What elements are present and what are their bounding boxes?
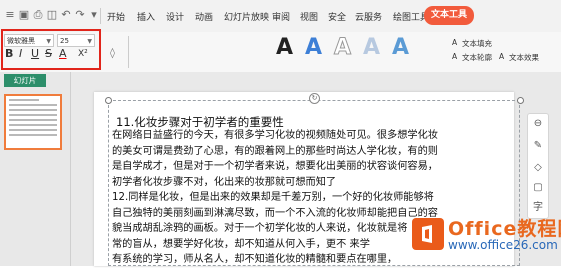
thumbnail-line (9, 104, 57, 106)
slide-text-line: 12.同样是化妆，但是出来的效果却是千差万别，一个好的化妆师能够将 (112, 192, 434, 203)
wordart-style-blue[interactable]: A (305, 36, 322, 60)
text-fill-icon[interactable]: A (452, 38, 457, 47)
thumbnail-line (9, 119, 57, 121)
menu-review[interactable]: 审阅 (272, 10, 290, 23)
slide-text-line: 在网络日益盛行的今天，有很多学习化妆的视频随处可见。很多想学化妆 (112, 130, 438, 141)
thumbnail-line (9, 134, 57, 136)
menu-design[interactable]: 设计 (166, 10, 184, 23)
tab-text-tools[interactable]: 文本工具 (424, 6, 474, 25)
undo-icon[interactable]: ↶ (60, 9, 72, 21)
watermark-url: www.office26.com (448, 238, 558, 252)
text-outline-button[interactable]: 文本轮廓 (462, 52, 492, 63)
save-icon[interactable]: ▣ (18, 9, 30, 21)
preview-icon[interactable]: ◫ (46, 9, 58, 21)
text-icon[interactable]: 字 (532, 202, 544, 214)
menu-start[interactable]: 开始 (107, 10, 125, 23)
thumbnail-line (9, 109, 57, 111)
slide-text-line: 的美女可谓是费劲了心思，有的跟着网上的那些时尚达人学化妆，有的则 (112, 145, 438, 157)
resize-handle[interactable] (517, 97, 524, 104)
slide-text-line: 貌当成胡乱涂鸦的画板。对于一个初学化妆的人来说，化妆就是将 (112, 223, 408, 234)
rotate-handle-icon[interactable]: ↻ (309, 93, 320, 104)
menu-animation[interactable]: 动画 (195, 10, 213, 23)
office-logo-icon (422, 225, 432, 243)
thumbnail-line (9, 99, 39, 101)
more-icon[interactable]: ▾ (88, 9, 100, 21)
slide-text-line: 常的盲从，想要学好化妆，却不知道从何入手，更不 来学 (112, 238, 370, 250)
text-fill-button[interactable]: 文本填充 (462, 38, 492, 49)
highlight-box (1, 29, 101, 70)
watermark-title: Office教程网 (448, 218, 561, 240)
wordart-style-black[interactable]: A (276, 36, 293, 60)
text-effect-button[interactable]: 文本效果 (509, 52, 539, 63)
menu-cloud[interactable]: 云服务 (355, 10, 382, 23)
menu-icon[interactable]: ≡ (4, 9, 16, 21)
slide-text-line: 是自学成才，但是对于一个初学者来说，想要化出美丽的状容谈何容易， (112, 161, 438, 172)
menu-view[interactable]: 视图 (300, 10, 318, 23)
floating-toolbar: ⊖ ✎ ◇ ▢ 字 (527, 113, 549, 219)
resize-handle[interactable] (105, 97, 112, 104)
tab-slides[interactable]: 幻灯片 (4, 74, 46, 87)
slide-text-line: 初学者化妆步骤不对，化出来的妆那就可想而知了 (112, 176, 337, 188)
menu-security[interactable]: 安全 (328, 10, 346, 23)
thumbnail-line (9, 124, 57, 126)
clear-format-icon[interactable]: ◊ (110, 48, 115, 60)
thumbnail-line (9, 114, 57, 116)
minus-icon[interactable]: ⊖ (532, 118, 544, 130)
menu-slideshow[interactable]: 幻灯片放映 (224, 10, 269, 23)
wordart-style-gradient[interactable]: A (392, 36, 409, 60)
separator (128, 36, 129, 68)
thumbnail-line (9, 129, 57, 131)
outline-icon[interactable]: ▢ (532, 182, 544, 194)
wordart-style-light[interactable]: A (363, 36, 380, 60)
pen-icon[interactable]: ✎ (532, 140, 544, 152)
slide-text-line: 有系统的学习，师从名人，却不知道化妆的精髓和要点在哪里， (112, 254, 398, 265)
menu-insert[interactable]: 插入 (137, 10, 155, 23)
slide-thumbnail[interactable] (4, 94, 62, 150)
redo-icon[interactable]: ↷ (74, 9, 86, 21)
separator (100, 8, 101, 24)
wordart-style-outline[interactable]: A (333, 35, 351, 60)
fill-icon[interactable]: ◇ (532, 162, 544, 174)
slide-text-line: 自己独特的美丽刻画到淋漓尽致，而一个不入流的化妆师却能把自己的容 (112, 207, 438, 219)
print-icon[interactable]: ⎙ (32, 9, 44, 21)
text-outline-icon[interactable]: A (452, 52, 457, 61)
text-effect-icon[interactable]: A (499, 52, 504, 61)
